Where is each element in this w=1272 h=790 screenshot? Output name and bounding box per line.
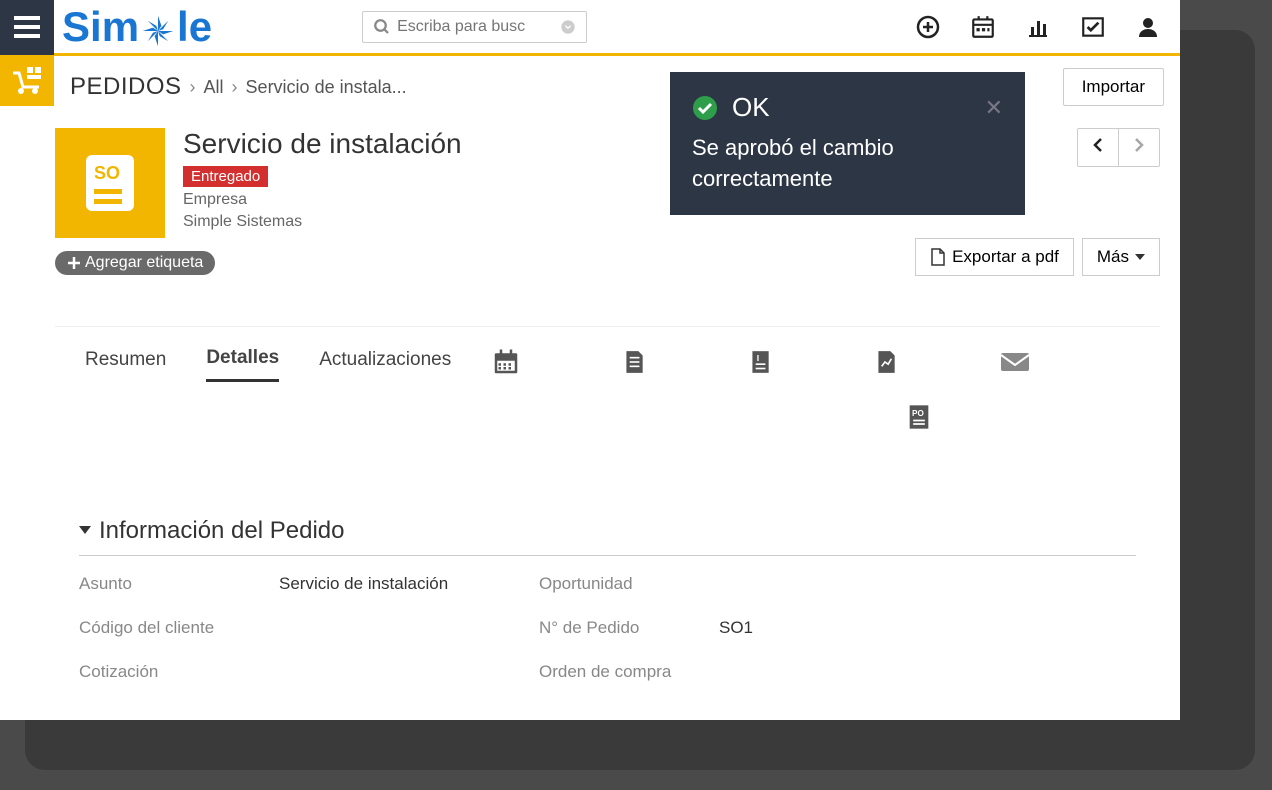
export-pdf-button[interactable]: Exportar a pdf [915,238,1074,276]
tab-document-icon[interactable] [621,348,647,381]
tab-updates[interactable]: Actualizaciones [319,349,451,381]
chevron-right-icon: › [232,77,238,98]
tab-summary[interactable]: Resumen [85,349,166,381]
field-codigo-label: Código del cliente [79,618,279,638]
more-button[interactable]: Más [1082,238,1160,276]
field-oportunidad-value[interactable] [719,574,919,594]
field-asunto-label: Asunto [79,574,279,594]
search-icon [373,18,391,36]
field-codigo-value[interactable] [279,618,539,638]
field-oportunidad-label: Oportunidad [539,574,719,594]
field-pedido-label: N° de Pedido [539,618,719,638]
record-type-icon: SO [55,128,165,238]
status-badge: Entregado [183,166,268,187]
field-cotizacion-value[interactable] [279,662,539,682]
svg-text:SO: SO [94,163,120,183]
breadcrumb-all[interactable]: All [204,77,224,98]
tab-email-icon[interactable] [999,350,1031,379]
export-pdf-label: Exportar a pdf [952,247,1059,267]
tab-invoice-icon[interactable]: I [747,348,773,381]
sidebar-orders-button[interactable] [0,56,54,106]
chevron-right-icon: › [190,77,196,98]
hamburger-menu-button[interactable] [0,0,54,55]
section-title-text: Información del Pedido [99,517,344,545]
next-record-button[interactable] [1119,129,1159,166]
section-toggle[interactable]: Información del Pedido [79,517,1136,556]
chevron-down-icon[interactable] [560,19,576,35]
toast-notification: OK ✕ Se aprobó el cambio correctamente [670,72,1025,215]
user-icon[interactable] [1136,15,1160,39]
prev-record-button[interactable] [1078,129,1119,166]
toast-body: Se aprobó el cambio correctamente [692,133,1003,195]
toast-title: OK [732,92,770,123]
plus-icon [67,256,81,270]
field-orden-label: Orden de compra [539,662,719,682]
checklist-icon[interactable] [1080,14,1106,40]
company-label: Empresa [183,191,462,209]
more-label: Más [1097,247,1129,267]
search-input[interactable] [397,18,560,36]
calendar-icon[interactable] [970,14,996,40]
chart-icon[interactable] [1026,15,1050,39]
tab-details[interactable]: Detalles [206,347,279,382]
svg-text:I: I [757,353,759,363]
add-icon[interactable] [916,15,940,39]
breadcrumb-current: Servicio de instala... [246,77,407,98]
tab-calendar-icon[interactable] [491,347,521,382]
search-box[interactable] [362,11,587,43]
company-value[interactable]: Simple Sistemas [183,213,462,231]
field-pedido-value[interactable]: SO1 [719,618,919,638]
brand-logo: Sim le [62,3,212,51]
add-tag-label: Agregar etiqueta [85,254,203,272]
svg-text:PO: PO [912,409,924,418]
toast-close-button[interactable]: ✕ [985,95,1003,121]
tab-report-icon[interactable] [873,348,899,381]
import-button[interactable]: Importar [1063,68,1164,106]
field-asunto-value[interactable]: Servicio de instalación [279,574,539,594]
field-orden-value[interactable] [719,662,919,682]
caret-down-icon [1135,254,1145,260]
caret-down-icon [79,526,91,536]
add-tag-button[interactable]: Agregar etiqueta [55,251,215,275]
record-title: Servicio de instalación [183,128,462,160]
tab-po-icon[interactable]: PO [905,419,933,436]
field-cotizacion-label: Cotización [79,662,279,682]
check-circle-icon [692,95,718,121]
breadcrumb-root[interactable]: PEDIDOS [70,73,182,101]
pdf-icon [930,248,946,266]
